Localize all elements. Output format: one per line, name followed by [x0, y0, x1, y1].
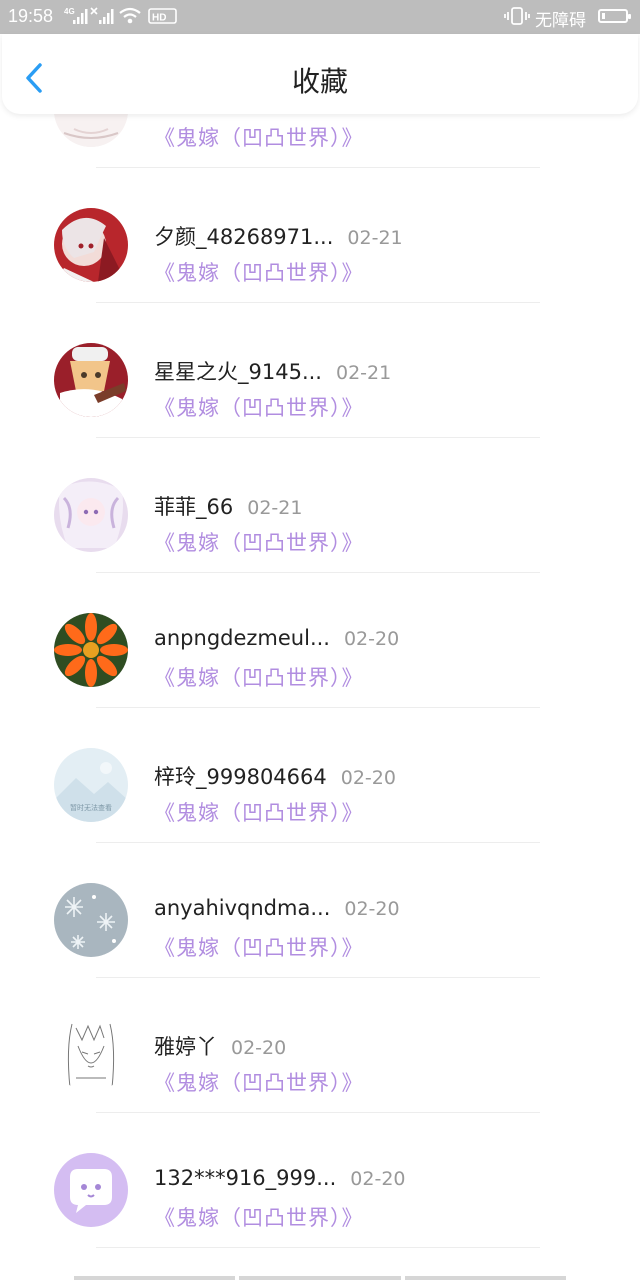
status-time: 19:58: [8, 6, 54, 26]
user-name-text: 夕颜_48268971...: [154, 225, 334, 249]
avatar[interactable]: [54, 613, 128, 687]
date: 02-21: [347, 227, 403, 249]
work-title[interactable]: 《鬼嫁（凹凸世界）》: [154, 392, 364, 422]
user-name: 132***916_999... 02-20: [154, 1166, 406, 1190]
date: 02-20: [344, 898, 400, 920]
user-name-text: anpngdezmeul...: [154, 626, 330, 650]
avatar[interactable]: [54, 114, 128, 147]
list-item[interactable]: 暂时无法查看 梓玲_999804664 02-20 《鬼嫁（凹凸世界）》: [0, 707, 640, 843]
list-item[interactable]: 夕颜_48268971... 02-21 《鬼嫁（凹凸世界）》: [0, 167, 640, 303]
avatar[interactable]: [54, 883, 128, 957]
header-bar: 收藏: [2, 34, 638, 114]
date: 02-21: [247, 497, 303, 519]
avatar[interactable]: [54, 343, 128, 417]
bottom-scroll-indicator: [74, 1276, 566, 1280]
avatar[interactable]: 暂时无法查看: [54, 748, 128, 822]
date: 02-21: [335, 362, 392, 384]
vibrate-icon: [504, 6, 530, 31]
user-name-text: 梓玲_999804664: [154, 765, 327, 789]
user-name-text: 菲菲_66: [154, 495, 234, 519]
work-title[interactable]: 《鬼嫁（凹凸世界）》: [154, 932, 364, 962]
date: 02-20: [231, 1037, 287, 1059]
user-name: 菲菲_66 02-21: [154, 491, 302, 521]
battery-icon: [598, 9, 631, 23]
work-title[interactable]: 《鬼嫁（凹凸世界）》: [154, 122, 364, 152]
avatar[interactable]: [54, 208, 128, 282]
svg-text:4G: 4G: [64, 7, 75, 16]
svg-text:暂时无法查看: 暂时无法查看: [70, 803, 112, 812]
date: 02-20: [340, 767, 396, 789]
user-name-text: 雅婷丫: [154, 1035, 217, 1059]
date: 02-20: [350, 1168, 406, 1190]
list-item[interactable]: 《鬼嫁（凹凸世界）》: [0, 114, 640, 168]
page-title: 收藏: [291, 65, 348, 98]
work-title[interactable]: 《鬼嫁（凹凸世界）》: [154, 1067, 364, 1097]
work-title[interactable]: 《鬼嫁（凹凸世界）》: [154, 662, 364, 692]
list-item[interactable]: 星星之火_9145... 02-21 《鬼嫁（凹凸世界）》: [0, 302, 640, 438]
user-name: 夕颜_48268971... 02-21: [154, 221, 403, 251]
user-name: anyahivqndma... 02-20: [154, 896, 400, 920]
svg-text:HD: HD: [152, 13, 166, 24]
date: 02-20: [343, 628, 400, 650]
accessibility-label: 无障碍: [535, 11, 586, 31]
divider: [96, 1247, 540, 1248]
list-item[interactable]: 菲菲_66 02-21 《鬼嫁（凹凸世界）》: [0, 437, 640, 573]
list-item[interactable]: anyahivqndma... 02-20 《鬼嫁（凹凸世界）》: [0, 842, 640, 978]
avatar[interactable]: [54, 1018, 128, 1092]
user-name: 梓玲_999804664 02-20: [154, 761, 396, 791]
work-title[interactable]: 《鬼嫁（凹凸世界）》: [154, 1202, 364, 1232]
list-item[interactable]: 雅婷丫 02-20 《鬼嫁（凹凸世界）》: [0, 977, 640, 1113]
status-bar: 19:58 4G HD 无障碍: [0, 0, 640, 34]
user-name: anpngdezmeul... 02-20: [154, 626, 399, 650]
user-name-text: anyahivqndma...: [154, 896, 331, 920]
work-title[interactable]: 《鬼嫁（凹凸世界）》: [154, 527, 364, 557]
list-item[interactable]: anpngdezmeul... 02-20 《鬼嫁（凹凸世界）》: [0, 572, 640, 708]
work-title[interactable]: 《鬼嫁（凹凸世界）》: [154, 257, 364, 287]
work-title[interactable]: 《鬼嫁（凹凸世界）》: [154, 797, 364, 827]
user-name-text: 132***916_999...: [154, 1166, 337, 1190]
user-name: 雅婷丫 02-20: [154, 1031, 286, 1061]
cellular-signal-icon: 4G: [64, 6, 88, 29]
list-item[interactable]: 132***916_999... 02-20 《鬼嫁（凹凸世界）》: [0, 1112, 640, 1248]
wifi-icon: [118, 6, 142, 29]
avatar[interactable]: [54, 478, 128, 552]
favorites-list: 《鬼嫁（凹凸世界）》 夕颜_48268971... 02-21 《鬼嫁（凹凸世界）…: [0, 114, 640, 1280]
avatar[interactable]: [54, 1153, 128, 1227]
user-name-text: 星星之火_9145...: [154, 360, 322, 384]
user-name: 星星之火_9145... 02-21: [154, 356, 391, 386]
hd-icon: HD: [148, 6, 178, 29]
cellular-signal-2-icon: [90, 6, 114, 29]
